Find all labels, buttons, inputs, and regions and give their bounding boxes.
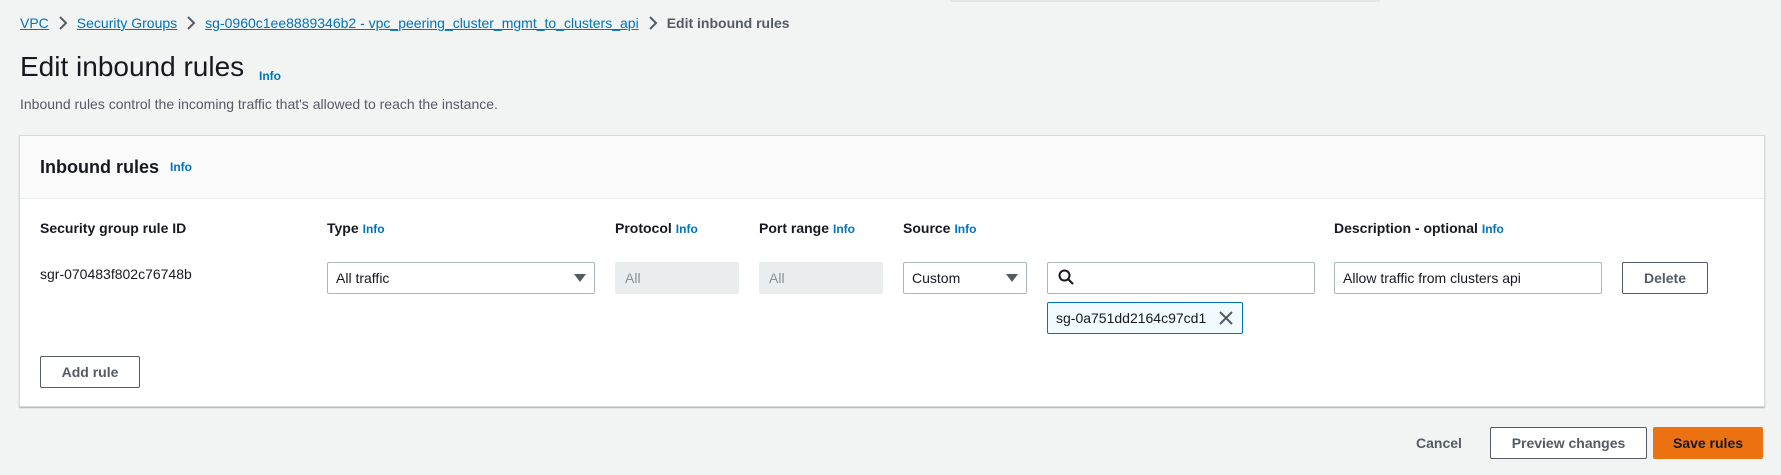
container-title-text: Inbound rules [40,157,159,177]
container-title: Inbound rules Info [40,157,192,178]
inbound-rules-container: Inbound rules Info Security group rule I… [19,135,1765,407]
protocol-value: All [625,270,641,286]
col-header-rule-id-label: Security group rule ID [40,220,187,236]
add-rule-button[interactable]: Add rule [40,356,140,388]
col-header-protocol-label: Protocol [615,220,672,236]
col-header-source: Source Info [903,220,976,236]
inbound-rules-info-link[interactable]: Info [170,160,192,174]
source-type-select[interactable]: Custom [903,262,1027,294]
top-nav-shadow [950,0,1380,2]
breadcrumb: VPC Security Groups sg-0960c1ee8889346b2… [20,13,790,33]
description-input[interactable] [1343,270,1593,286]
source-search-input[interactable] [1074,270,1314,286]
protocol-field: All [615,262,739,294]
col-header-port-range-label: Port range [759,220,830,236]
page-title: Edit inbound rules [20,51,245,82]
source-search-field[interactable] [1047,262,1315,294]
cancel-button[interactable]: Cancel [1416,435,1462,451]
description-info-link[interactable]: Info [1482,222,1504,236]
col-header-port-range: Port range Info [759,220,855,236]
chevron-right-icon [639,16,667,30]
type-select-value: All traffic [336,270,390,286]
chevron-right-icon [177,16,205,30]
breadcrumb-security-group[interactable]: sg-0960c1ee8889346b2 - vpc_peering_clust… [205,15,639,31]
source-type-value: Custom [912,270,961,286]
source-token: sg-0a751dd2164c97cd1 [1047,302,1244,334]
col-header-description-label: Description - optional [1334,220,1478,236]
save-rules-button[interactable]: Save rules [1653,427,1763,459]
breadcrumb-current: Edit inbound rules [666,15,790,31]
delete-rule-button[interactable]: Delete [1622,262,1708,294]
source-token-label: sg-0a751dd2164c97cd1 [1056,310,1207,326]
container-header: Inbound rules Info [20,136,1764,199]
col-header-rule-id: Security group rule ID [40,220,186,236]
type-info-link[interactable]: Info [363,222,385,236]
col-header-description: Description - optional Info [1334,220,1504,236]
port-range-value: All [769,270,785,286]
col-header-protocol: Protocol Info [615,220,698,236]
page-description: Inbound rules control the incoming traff… [20,96,498,112]
breadcrumb-vpc[interactable]: VPC [20,15,49,31]
caret-down-icon [1006,274,1018,282]
col-header-source-label: Source [903,220,951,236]
type-select[interactable]: All traffic [327,262,595,294]
source-info-link[interactable]: Info [954,222,976,236]
description-field[interactable] [1334,262,1602,294]
rule-id-value: sgr-070483f802c76748b [40,266,192,282]
preview-changes-button[interactable]: Preview changes [1490,427,1647,459]
chevron-right-icon [49,16,77,30]
col-header-type: Type Info [327,220,385,236]
caret-down-icon [574,274,586,282]
col-header-type-label: Type [327,220,359,236]
close-icon[interactable] [1218,310,1234,326]
port-range-info-link[interactable]: Info [833,222,855,236]
protocol-info-link[interactable]: Info [676,222,698,236]
search-icon [1058,269,1074,288]
page-info-link[interactable]: Info [259,69,281,83]
port-range-field: All [759,262,883,294]
breadcrumb-security-groups[interactable]: Security Groups [77,15,177,31]
